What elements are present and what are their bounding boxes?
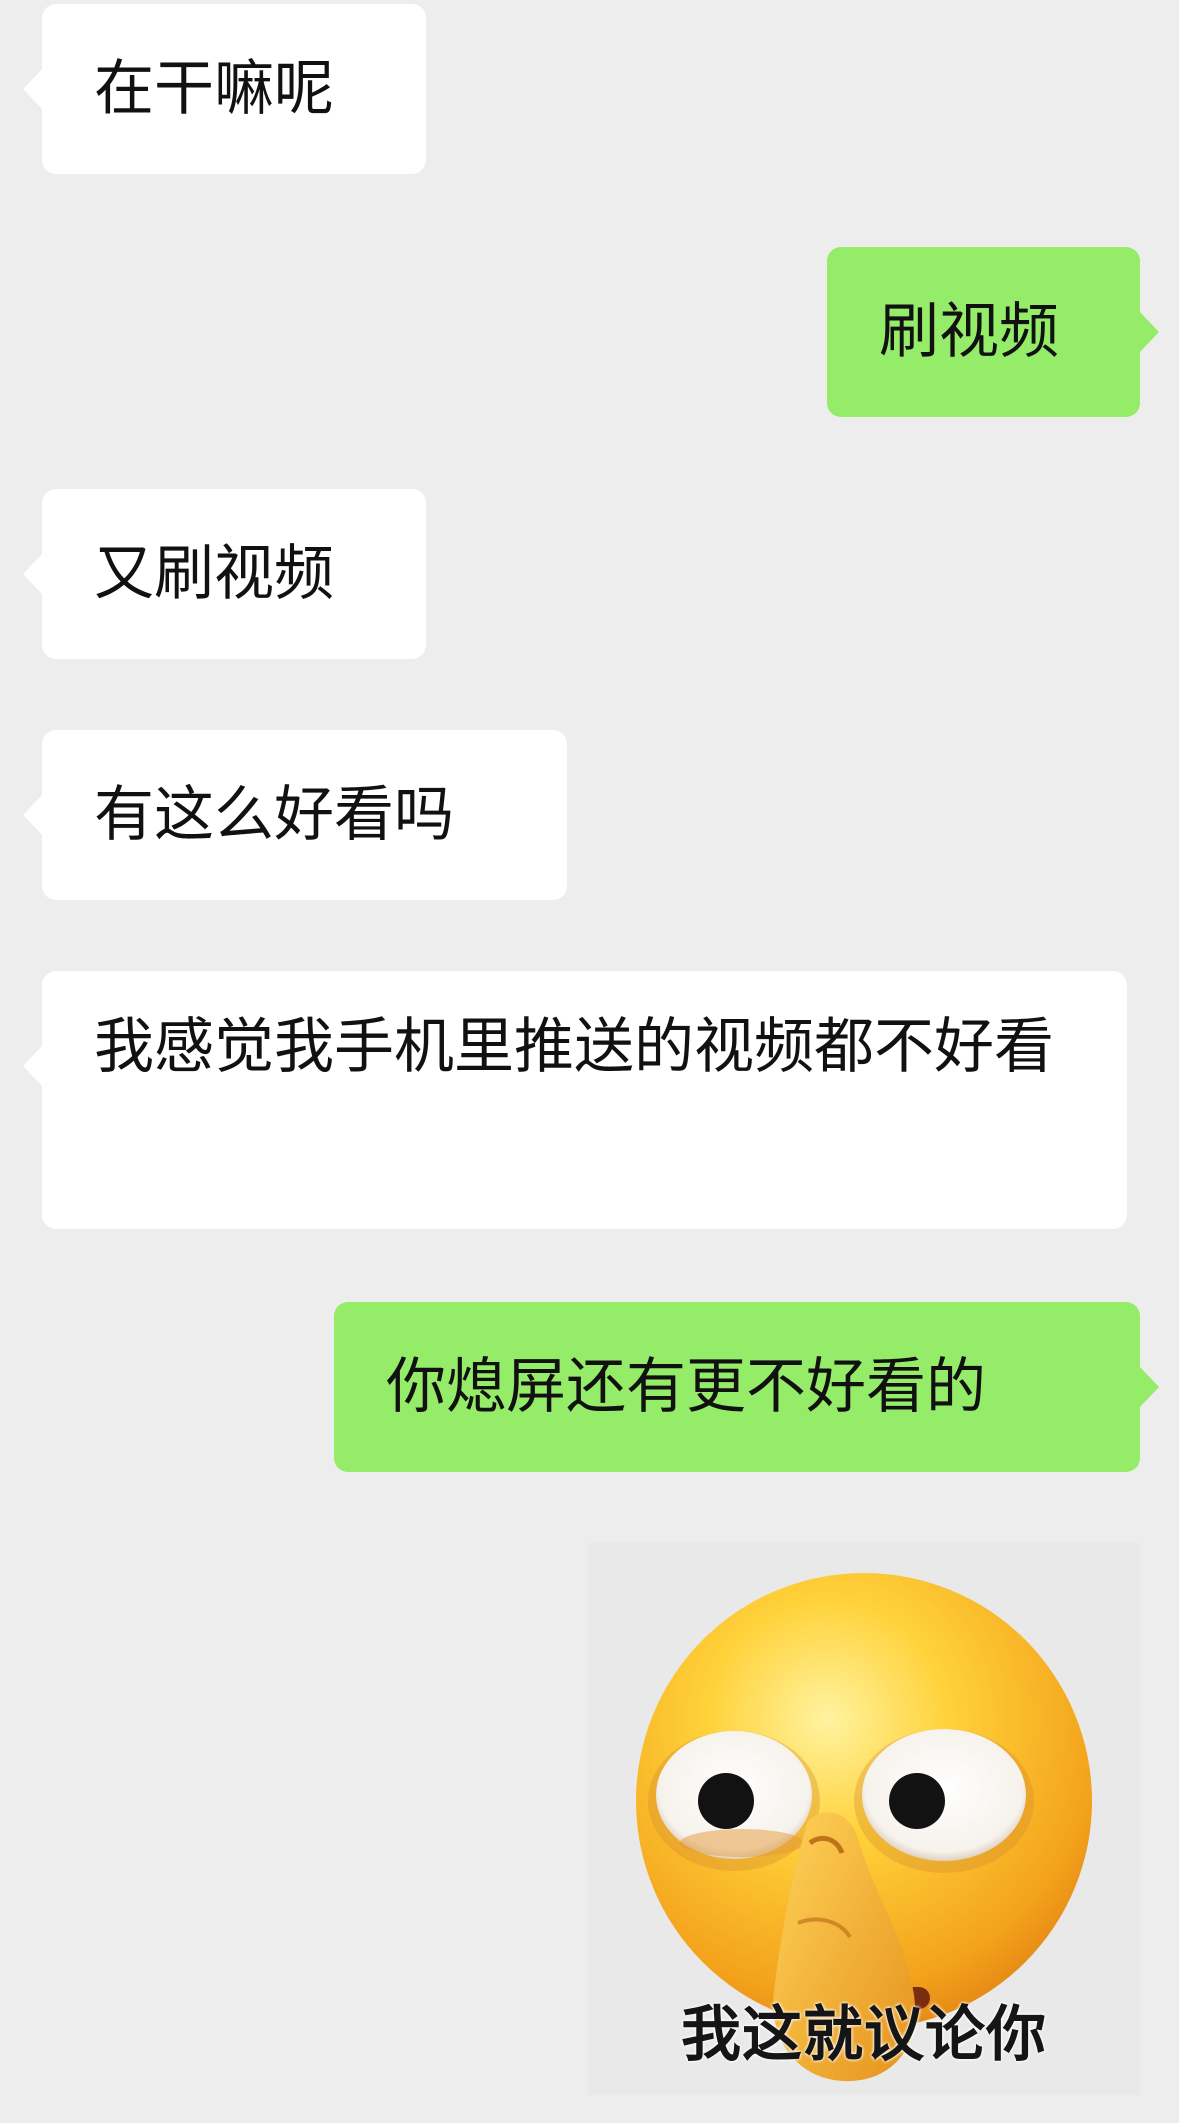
message-text: 有这么好看吗	[94, 780, 454, 850]
sticker-caption: 我这就议论你	[681, 2000, 1047, 2070]
message-bubble-incoming[interactable]: 我感觉我手机里推送的视频都不好看	[23, 971, 1127, 1229]
message-bubble-outgoing[interactable]: 你熄屏还有更不好看的	[334, 1302, 1159, 1472]
message-text: 在干嘛呢	[94, 54, 334, 124]
message-text: 刷视频	[879, 297, 1059, 367]
bubble-tail	[23, 1045, 43, 1087]
bubble-tail	[23, 68, 43, 110]
message-bubble-outgoing[interactable]: 刷视频	[827, 247, 1159, 417]
message-bubble-incoming[interactable]: 又刷视频	[23, 489, 426, 659]
message-text: 我感觉我手机里推送的视频都不好看	[94, 1012, 1054, 1082]
message-text: 你熄屏还有更不好看的	[386, 1352, 986, 1422]
bubble-tail	[1139, 311, 1159, 353]
message-bubble-incoming[interactable]: 在干嘛呢	[23, 4, 426, 174]
message-text: 又刷视频	[94, 539, 334, 609]
sticker-message[interactable]: 我这就议论你	[588, 1543, 1140, 2095]
message-bubble-incoming[interactable]: 有这么好看吗	[23, 730, 567, 900]
bubble-tail	[1139, 1366, 1159, 1408]
bubble-tail	[23, 553, 43, 595]
bubble-tail	[23, 794, 43, 836]
